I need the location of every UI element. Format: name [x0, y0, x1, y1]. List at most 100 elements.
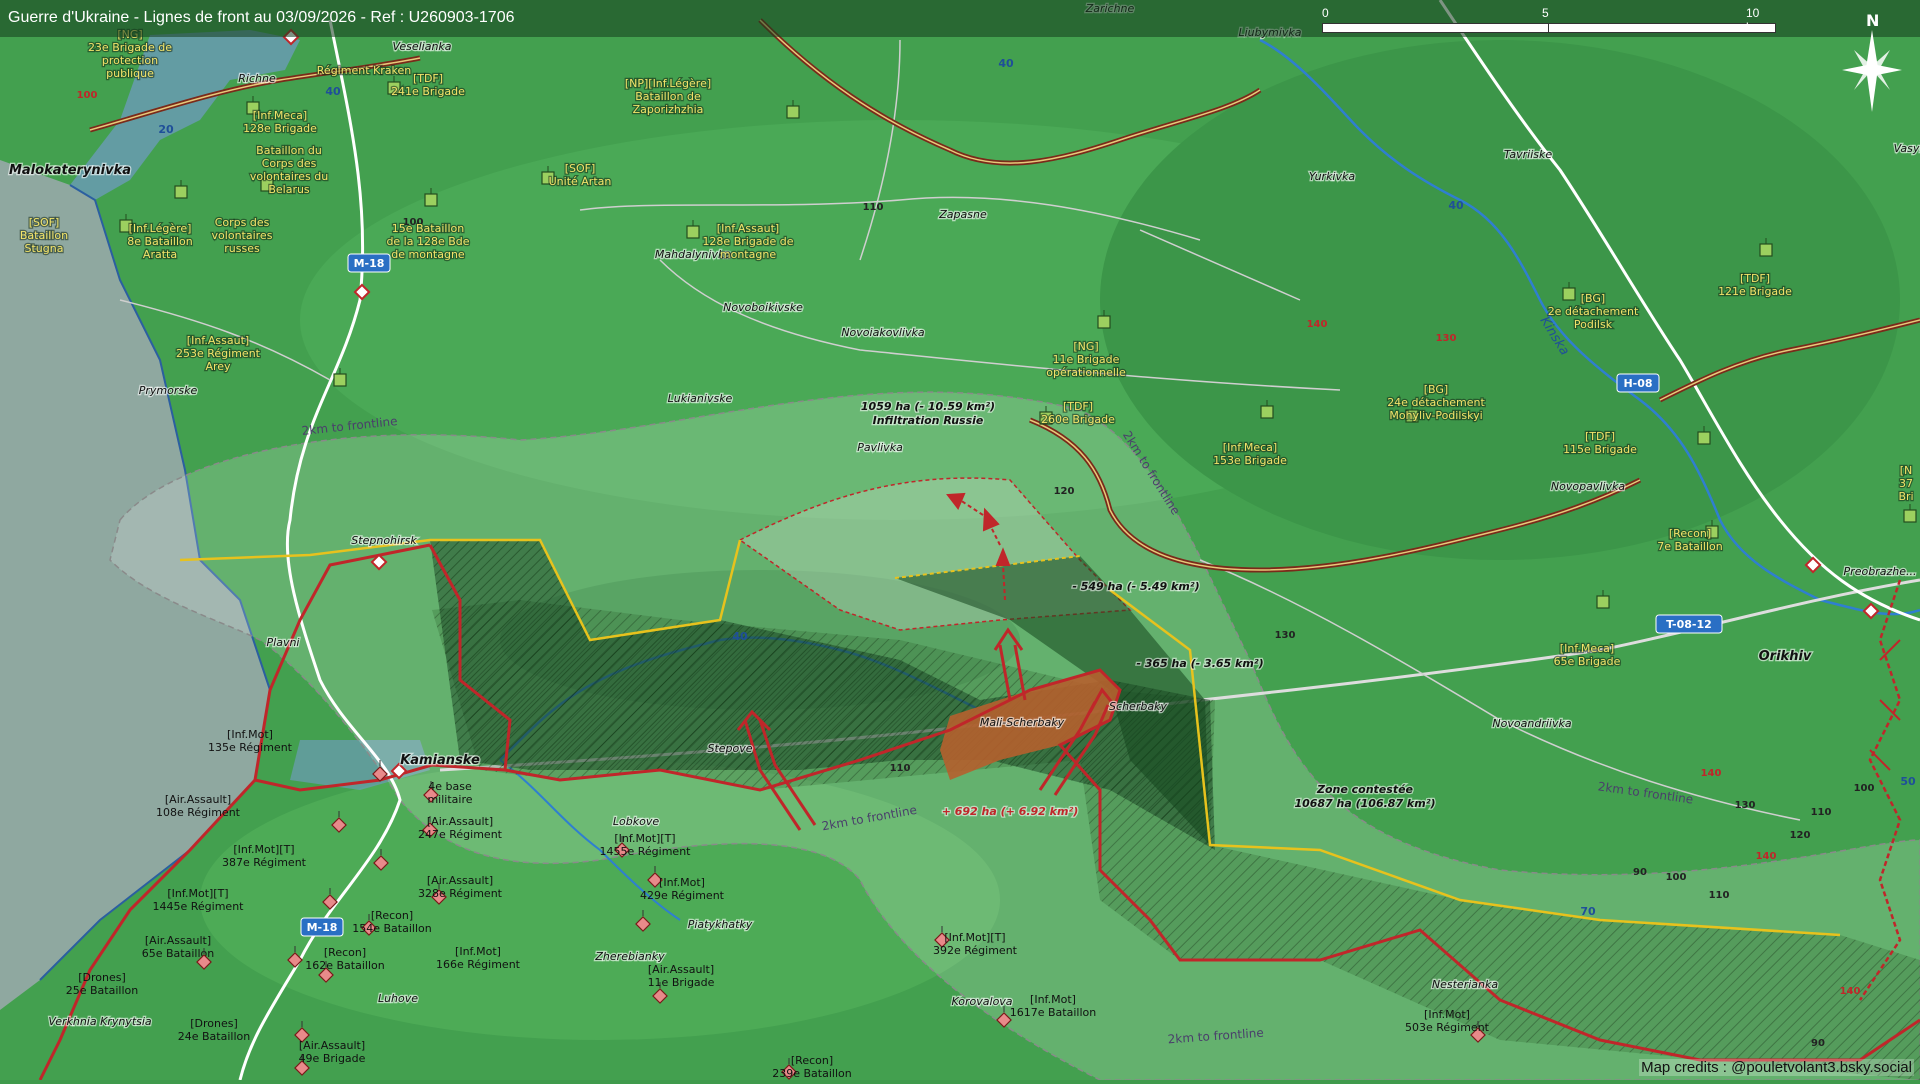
- unit-label: 24e Bataillon: [178, 1030, 251, 1043]
- map-canvas[interactable]: Kinska: [0, 0, 1920, 1080]
- place-orikhiv[interactable]: Orikhiv: [1759, 649, 1812, 664]
- unit-label: [Inf.Légère]: [129, 222, 192, 235]
- unit-label: [Recon]: [371, 909, 413, 922]
- ukrainian-unit-icon: [334, 374, 346, 386]
- unit-label: [Air.Assault]: [299, 1039, 365, 1052]
- unit-mot392[interactable]: [Inf.Mot][T]392e Régiment: [933, 926, 1018, 957]
- unit-as328[interactable]: [Air.Assault]328e Régiment: [418, 874, 503, 904]
- unit-label: Mohyliv-Podilskyi: [1389, 409, 1482, 422]
- unit-label: Stugna: [25, 242, 64, 255]
- annotation-text: 1059 ha (- 10.59 km²): [861, 400, 995, 413]
- place-richne[interactable]: Richne: [238, 72, 276, 85]
- annotation-text: + 692 ha (+ 6.92 km²): [942, 805, 1079, 818]
- unit-label: 1455e Régiment: [600, 845, 692, 858]
- unit-label: 108e Régiment: [156, 806, 241, 819]
- scale-segment: [1322, 23, 1550, 33]
- place-mali-scherbaky[interactable]: Mali-Scherbaky: [980, 716, 1065, 729]
- place-vasyn[interactable]: Vasyn: [1894, 142, 1920, 155]
- ukrainian-unit-icon: [787, 106, 799, 118]
- place-lukianivske[interactable]: Lukianivske: [668, 392, 733, 405]
- place-verkhnia-krynytsia[interactable]: Verkhnia Krynytsia: [48, 1015, 152, 1028]
- scale-label: 0: [1322, 6, 1329, 20]
- unit-label: 247e Régiment: [418, 828, 503, 841]
- ukrainian-unit-icon: [1698, 432, 1710, 444]
- annotation-text: Infiltration Russie: [873, 414, 984, 427]
- unit-label: [Drones]: [190, 1017, 238, 1030]
- unit-label: [Inf.Assaut]: [717, 222, 779, 235]
- elevation-label: 100: [1854, 783, 1875, 794]
- place-veselianka[interactable]: Veselianka: [392, 40, 451, 53]
- elevation-label: 90: [1633, 867, 1647, 878]
- unit-label: 128e Brigade de: [702, 235, 793, 248]
- place-novoboikivske[interactable]: Novoboikivske: [723, 301, 803, 314]
- road-shield: T-08-12: [1656, 615, 1722, 633]
- place-plavni[interactable]: Plavni: [267, 636, 300, 649]
- place-kamianske[interactable]: Kamianske: [400, 753, 480, 768]
- unit-label: [NG]: [1073, 340, 1098, 353]
- unit-label: 392e Régiment: [933, 944, 1018, 957]
- place-novoiakovlivka[interactable]: Novoiakovlivka: [841, 326, 925, 339]
- unit-base4[interactable]: 4e basemilitaire: [424, 780, 473, 806]
- unit-label: 328e Régiment: [418, 887, 503, 900]
- ukrainian-unit-icon: [1261, 406, 1273, 418]
- place-zherebianky[interactable]: Zherebianky: [594, 950, 665, 963]
- ukrainian-unit-icon: [687, 226, 699, 238]
- place-zapasne[interactable]: Zapasne: [938, 208, 987, 221]
- place-tavriiske[interactable]: Tavriiske: [1504, 148, 1553, 161]
- unit-label: 7e Bataillon: [1657, 540, 1723, 553]
- unit-label: [Inf.Mot]: [455, 945, 501, 958]
- place-malokaterynivka[interactable]: Malokaterynivka: [9, 163, 131, 178]
- scale-bar: 0 5 10 km: [1322, 8, 1774, 38]
- unit-label: [TDF]: [1585, 430, 1615, 443]
- place-stepove[interactable]: Stepove: [707, 742, 752, 755]
- unit-kraken[interactable]: Régiment Kraken: [317, 64, 411, 77]
- unit-label: protection: [102, 54, 158, 67]
- unit-label: 2e détachement: [1548, 305, 1639, 318]
- unit-label: Bri: [1898, 490, 1913, 503]
- unit-label: [Recon]: [791, 1054, 833, 1067]
- place-novoandriivka[interactable]: Novoandriivka: [1492, 717, 1571, 730]
- ukrainian-unit-icon: [425, 194, 437, 206]
- unit-label: [Drones]: [78, 971, 126, 984]
- place-yurkivka[interactable]: Yurkivka: [1309, 170, 1356, 183]
- place-preobrazhenka[interactable]: Preobrazhe...: [1844, 565, 1917, 578]
- unit-label: [N: [1900, 464, 1913, 477]
- unit-label: [SOF]: [565, 162, 596, 175]
- place-pavlivka[interactable]: Pavlivka: [857, 441, 903, 454]
- annotation-text: - 549 ha (- 5.49 km²): [1072, 580, 1199, 593]
- unit-label: [Air.Assault]: [427, 874, 493, 887]
- unit-label: 65e Brigade: [1554, 655, 1621, 668]
- annotation-loss549: - 549 ha (- 5.49 km²): [1072, 580, 1199, 593]
- unit-label: 8e Bataillon: [127, 235, 193, 248]
- unit-label: [BG]: [1424, 383, 1448, 396]
- place-prymorske[interactable]: Prymorske: [139, 384, 198, 397]
- place-piatykhatky[interactable]: Piatykhatky: [688, 918, 753, 931]
- unit-label: Corps des: [262, 157, 317, 170]
- road-shield: H-08: [1617, 374, 1659, 392]
- place-novopavlivka[interactable]: Novopavlivka: [1551, 480, 1625, 493]
- elevation-label: 110: [1811, 807, 1832, 818]
- unit-label: 1445e Régiment: [153, 900, 245, 913]
- place-luhove[interactable]: Luhove: [378, 992, 418, 1005]
- unit-as247[interactable]: [Air.Assault]247e Régiment: [418, 815, 503, 841]
- place-nesterianka[interactable]: Nesterianka: [1432, 978, 1498, 991]
- road-number: 40: [325, 85, 341, 98]
- elevation-label: 120: [1054, 486, 1075, 497]
- unit-label: Aratta: [143, 248, 177, 261]
- unit-label: 37: [1899, 477, 1913, 490]
- compass-north: N: [1866, 11, 1879, 30]
- unit-label: 115e Brigade: [1563, 443, 1637, 456]
- unit-label: Régiment Kraken: [317, 64, 411, 77]
- elevation-label: 110: [863, 202, 884, 213]
- annotation-text: 10687 ha (106.87 km²): [1294, 797, 1435, 810]
- unit-label: 153e Brigade: [1213, 454, 1287, 467]
- place-lobkove[interactable]: Lobkove: [613, 815, 659, 828]
- road-number: 40: [1448, 199, 1464, 212]
- unit-label: 429e Régiment: [640, 889, 725, 902]
- road-shield-label: M-18: [307, 921, 338, 934]
- unit-label: [Inf.Mot]: [1030, 993, 1076, 1006]
- unit-label: 135e Régiment: [208, 741, 293, 754]
- place-stepnohirsk[interactable]: Stepnohirsk: [351, 534, 417, 547]
- unit-label: [TDF]: [1740, 272, 1770, 285]
- place-scherbaky[interactable]: Scherbaky: [1109, 700, 1167, 713]
